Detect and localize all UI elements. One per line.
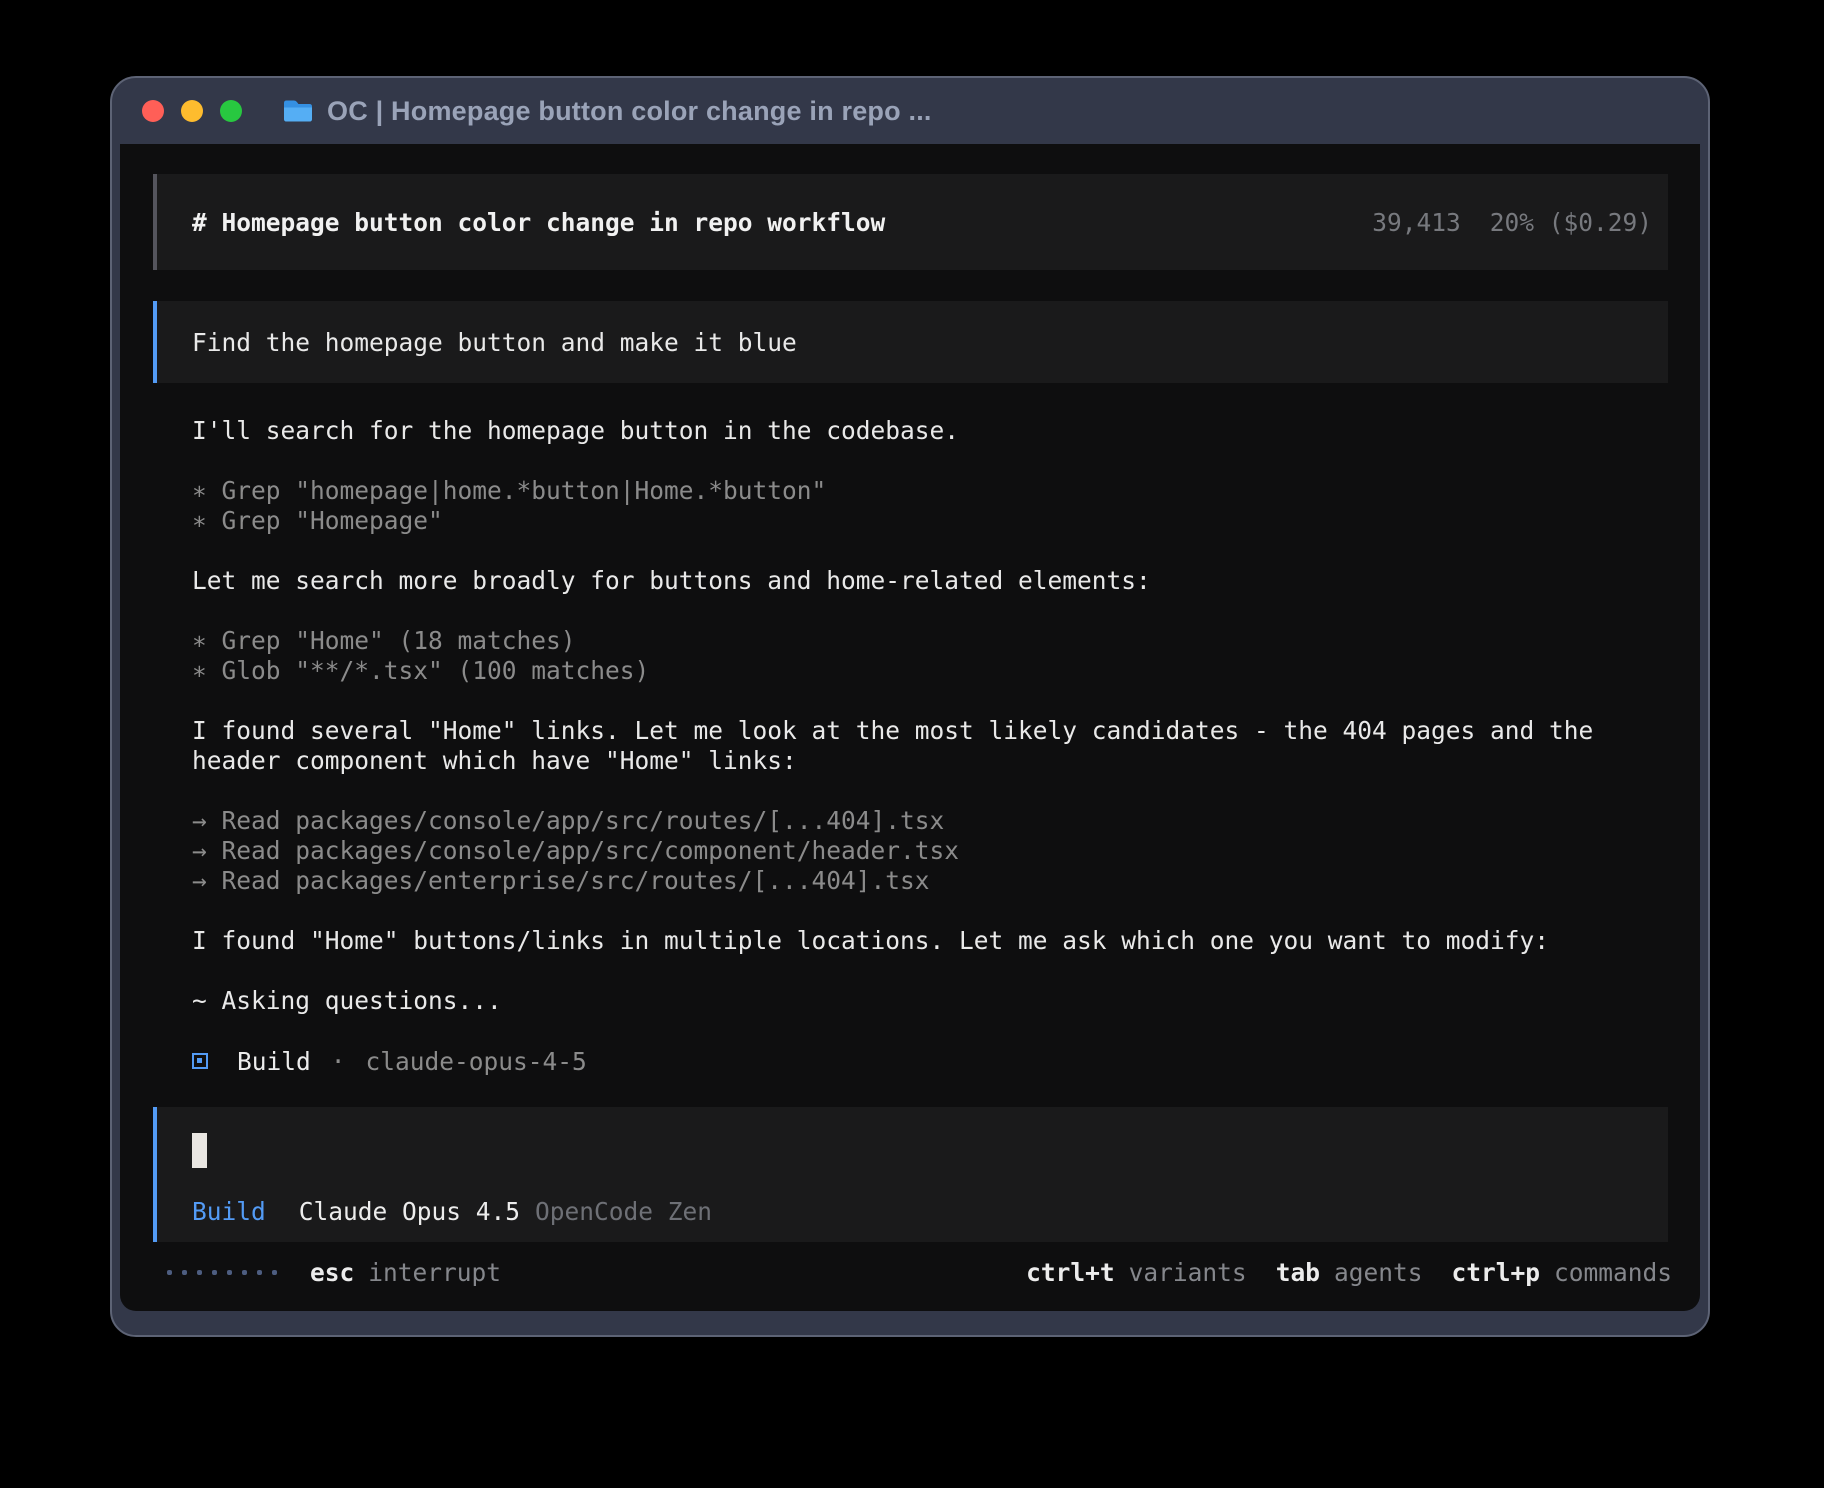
composer-status-row: Build Claude Opus 4.5 OpenCode Zen <box>192 1197 1668 1226</box>
tool-search-line: ∗ Grep "Home" (18 matches) <box>192 626 1660 656</box>
assistant-transcript: I'll search for the homepage button in t… <box>192 416 1660 1046</box>
shortcut-interrupt: esc interrupt <box>310 1258 501 1287</box>
assistant-text-line: I found several "Home" links. Let me loo… <box>192 716 1660 746</box>
shortcut-label: commands <box>1554 1258 1672 1287</box>
transcript-blank-line <box>192 536 1660 566</box>
window-title: OC | Homepage button color change in rep… <box>327 96 932 127</box>
tool-read-line: → Read packages/enterprise/src/routes/[.… <box>192 866 1660 896</box>
tool-search-line: ∗ Glob "**/*.tsx" (100 matches) <box>192 656 1660 686</box>
traffic-lights <box>142 100 242 122</box>
agent-name: Build <box>237 1047 311 1076</box>
shortcut-label: agents <box>1334 1258 1423 1287</box>
prompt-input[interactable]: Build Claude Opus 4.5 OpenCode Zen <box>153 1107 1668 1242</box>
app-window: OC | Homepage button color change in rep… <box>110 76 1710 1337</box>
transcript-blank-line <box>192 446 1660 476</box>
shortcut-key: ctrl+t <box>1026 1258 1115 1287</box>
tool-read-line: → Read packages/console/app/src/routes/[… <box>192 806 1660 836</box>
terminal-content: # Homepage button color change in repo w… <box>120 144 1700 1311</box>
close-button[interactable] <box>142 100 164 122</box>
spinner-dot <box>257 1270 262 1275</box>
agent-build-icon <box>192 1053 208 1069</box>
shortcut-label: variants <box>1129 1258 1247 1287</box>
session-title: # Homepage button color change in repo w… <box>192 208 885 237</box>
spinner-dot <box>197 1270 202 1275</box>
agent-model: claude-opus-4-5 <box>366 1047 587 1076</box>
minimize-button[interactable] <box>181 100 203 122</box>
transcript-blank-line <box>192 776 1660 806</box>
spinner-dot <box>182 1270 187 1275</box>
zoom-button[interactable] <box>220 100 242 122</box>
spinner-dot <box>212 1270 217 1275</box>
spinner-dot <box>242 1270 247 1275</box>
spinner-dot <box>272 1270 277 1275</box>
tool-read-line: → Read packages/console/app/src/componen… <box>192 836 1660 866</box>
tool-search-line: ∗ Grep "Homepage" <box>192 506 1660 536</box>
session-header: # Homepage button color change in repo w… <box>153 174 1668 270</box>
assistant-text-line: I'll search for the homepage button in t… <box>192 416 1660 446</box>
transcript-blank-line <box>192 956 1660 986</box>
composer-agent[interactable]: Build <box>192 1197 266 1226</box>
session-meta: 39,413 20% ($0.29) <box>1372 208 1652 237</box>
folder-icon <box>282 98 314 124</box>
transcript-blank-line <box>192 596 1660 626</box>
assistant-text-line: header component which have "Home" links… <box>192 746 1660 776</box>
shortcut-key: esc <box>310 1258 354 1287</box>
assistant-text-line: Let me search more broadly for buttons a… <box>192 566 1660 596</box>
user-message: Find the homepage button and make it blu… <box>153 301 1668 383</box>
spinner-dots-icon <box>167 1270 277 1275</box>
transcript-blank-line <box>192 896 1660 926</box>
shortcut-group-right: ctrl+t variants tab agents ctrl+p commands <box>1026 1258 1672 1287</box>
composer-provider: OpenCode Zen <box>535 1197 712 1226</box>
transcript-blank-line <box>192 686 1660 716</box>
user-message-text: Find the homepage button and make it blu… <box>192 328 797 357</box>
context-cost: 20% ($0.29) <box>1490 208 1652 237</box>
titlebar[interactable]: OC | Homepage button color change in rep… <box>112 78 1708 144</box>
shortcut-key: tab <box>1276 1258 1320 1287</box>
agent-separator: · <box>331 1047 346 1076</box>
assistant-text-line: I found "Home" buttons/links in multiple… <box>192 926 1660 956</box>
shortcut-agents: tab agents <box>1276 1258 1423 1287</box>
shortcut-key: ctrl+p <box>1451 1258 1540 1287</box>
token-count: 39,413 <box>1372 208 1461 237</box>
shortcut-commands: ctrl+p commands <box>1451 1258 1672 1287</box>
spinner-dot <box>227 1270 232 1275</box>
spinner-dot <box>167 1270 172 1275</box>
shortcut-label: interrupt <box>368 1258 501 1287</box>
tool-search-line: ∗ Grep "homepage|home.*button|Home.*butt… <box>192 476 1660 506</box>
agent-status-row: Build · claude-opus-4-5 <box>192 1046 1700 1076</box>
status-bar: esc interrupt ctrl+tvariantstabagentsctr… <box>167 1257 1672 1287</box>
transcript-blank-line <box>192 1016 1660 1046</box>
assistant-text-line: ~ Asking questions... <box>192 986 1660 1016</box>
shortcut-variants: ctrl+t variants <box>1026 1258 1247 1287</box>
text-cursor <box>192 1133 207 1168</box>
composer-model[interactable]: Claude Opus 4.5 <box>299 1197 520 1226</box>
